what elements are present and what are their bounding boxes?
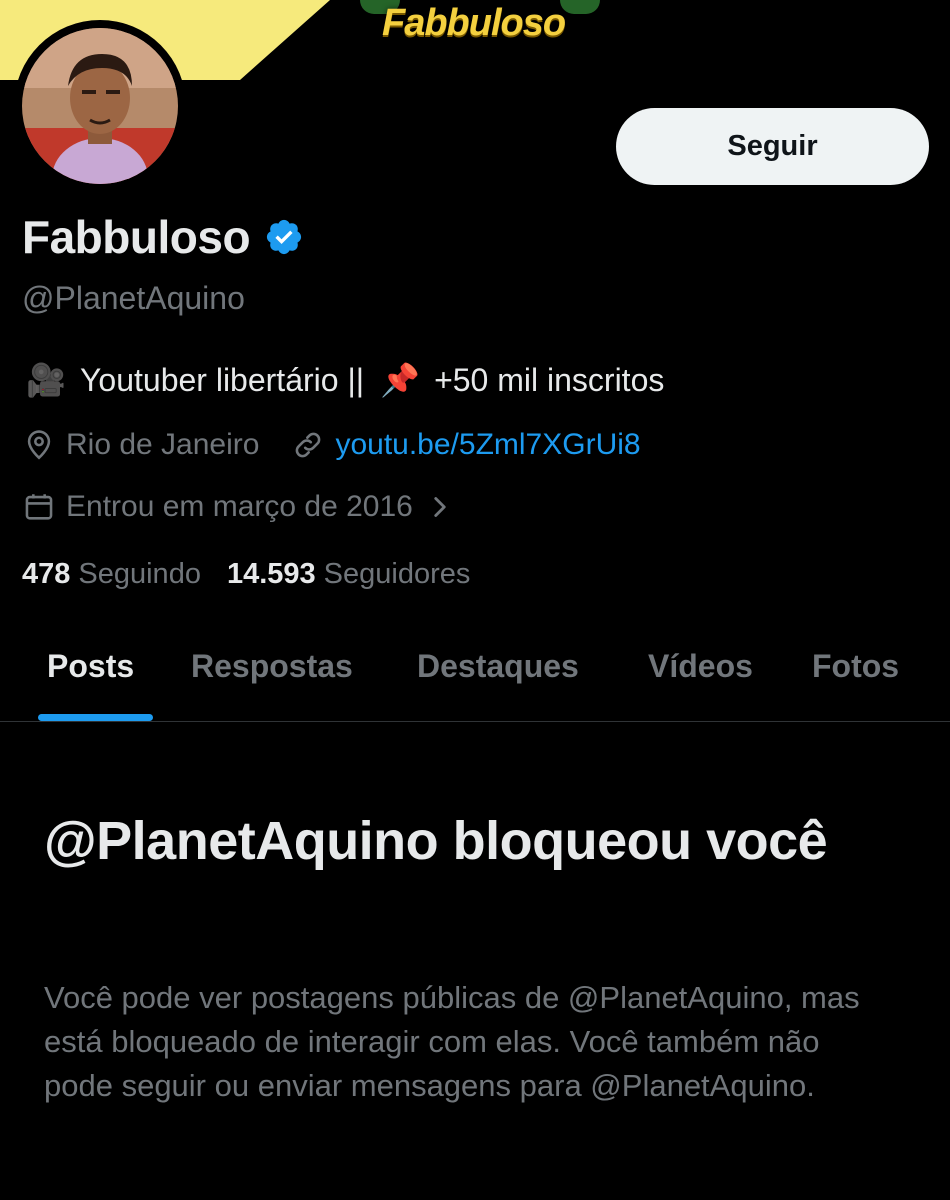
joined-text: Entrou em março de 2016 — [66, 490, 413, 523]
active-tab-indicator — [38, 714, 153, 721]
banner-logo: Fabbuloso — [382, 2, 566, 44]
tab-destaques[interactable]: Destaques — [417, 648, 579, 685]
pushpin-icon: 📌 — [380, 362, 420, 398]
following-stat[interactable]: 478 Seguindo — [22, 558, 201, 591]
profile-bio: 🎥 Youtuber libertário || 📌 +50 mil inscr… — [22, 358, 664, 402]
tab-videos[interactable]: Vídeos — [648, 648, 753, 685]
bio-text-2: +50 mil inscritos — [434, 361, 665, 398]
followers-label: Seguidores — [323, 558, 471, 590]
profile-meta-location-link: Rio de Janeiro youtu.be/5Zml7XGrUi8 — [22, 428, 641, 462]
link-icon — [291, 428, 325, 462]
follow-button[interactable]: Seguir — [616, 108, 929, 185]
blocked-description: Você pode ver postagens públicas de @Pla… — [44, 980, 860, 1103]
avatar[interactable] — [14, 20, 186, 192]
calendar-icon — [22, 490, 56, 524]
tab-fotos[interactable]: Fotos — [812, 648, 899, 685]
followers-count: 14.593 — [226, 558, 316, 590]
profile-link[interactable]: youtu.be/5Zml7XGrUi8 — [335, 428, 640, 462]
user-handle: @PlanetAquino — [22, 280, 245, 316]
tab-respostas[interactable]: Respostas — [191, 648, 353, 685]
tab-posts[interactable]: Posts — [47, 648, 134, 685]
follow-stats: 478 Seguindo 14.593 Seguidores — [22, 558, 470, 591]
following-label: Seguindo — [78, 558, 201, 590]
profile-tabs: Posts Respostas Destaques Vídeos Fotos — [0, 630, 950, 722]
display-name: Fabbuloso — [22, 211, 251, 263]
blocked-title: @PlanetAquino bloqueou você — [44, 811, 828, 871]
followers-stat[interactable]: 14.593 Seguidores — [227, 558, 470, 591]
location-text: Rio de Janeiro — [66, 428, 260, 461]
profile-photo — [22, 28, 178, 184]
joined-date-row[interactable]: Entrou em março de 2016 — [22, 490, 457, 524]
leaf-decoration-icon — [560, 0, 600, 14]
display-name-row: Fabbuloso — [22, 210, 304, 264]
bio-text-1: Youtuber libertário || — [80, 361, 365, 398]
chevron-right-icon — [423, 490, 457, 524]
movie-camera-icon: 🎥 — [26, 362, 66, 398]
verified-badge-icon[interactable] — [264, 217, 304, 257]
location-pin-icon — [22, 428, 56, 462]
following-count: 478 — [22, 558, 71, 590]
